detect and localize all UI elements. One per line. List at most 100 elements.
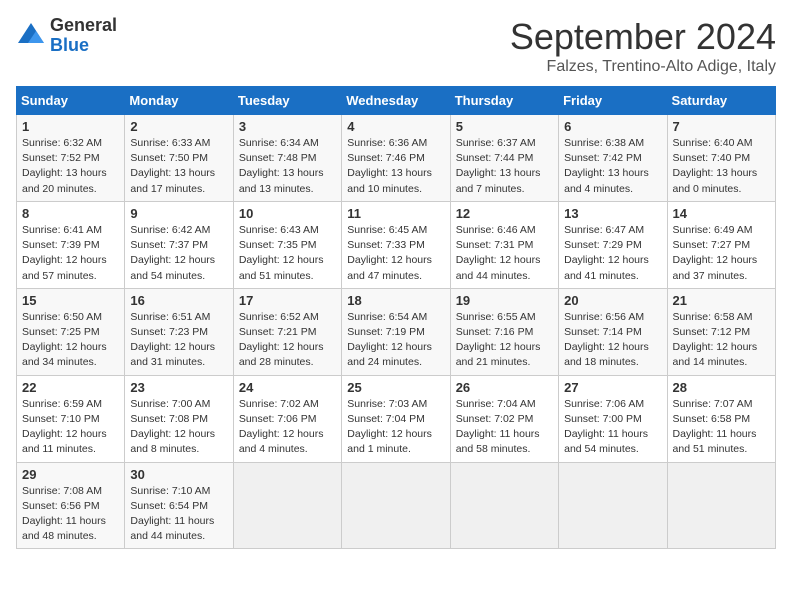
calendar-cell: 16 Sunrise: 6:51 AM Sunset: 7:23 PM Dayl… [125,288,233,375]
day-info: Sunrise: 6:54 AM Sunset: 7:19 PM Dayligh… [347,310,444,371]
day-info: Sunrise: 7:07 AM Sunset: 6:58 PM Dayligh… [673,397,770,458]
calendar-cell: 25 Sunrise: 7:03 AM Sunset: 7:04 PM Dayl… [342,375,450,462]
day-info: Sunrise: 6:55 AM Sunset: 7:16 PM Dayligh… [456,310,553,371]
day-info: Sunrise: 6:38 AM Sunset: 7:42 PM Dayligh… [564,136,661,197]
day-number: 11 [347,206,444,221]
day-number: 15 [22,293,119,308]
col-tuesday: Tuesday [233,87,341,115]
col-saturday: Saturday [667,87,775,115]
day-number: 12 [456,206,553,221]
header-row: Sunday Monday Tuesday Wednesday Thursday… [17,87,776,115]
day-number: 2 [130,119,227,134]
calendar-cell: 8 Sunrise: 6:41 AM Sunset: 7:39 PM Dayli… [17,201,125,288]
logo: General Blue [16,16,117,56]
logo-icon [16,21,46,51]
day-number: 23 [130,380,227,395]
calendar-cell: 29 Sunrise: 7:08 AM Sunset: 6:56 PM Dayl… [17,462,125,549]
day-info: Sunrise: 7:04 AM Sunset: 7:02 PM Dayligh… [456,397,553,458]
day-info: Sunrise: 7:06 AM Sunset: 7:00 PM Dayligh… [564,397,661,458]
col-friday: Friday [559,87,667,115]
day-info: Sunrise: 6:46 AM Sunset: 7:31 PM Dayligh… [456,223,553,284]
day-number: 24 [239,380,336,395]
calendar-cell [667,462,775,549]
calendar-cell: 30 Sunrise: 7:10 AM Sunset: 6:54 PM Dayl… [125,462,233,549]
month-title: September 2024 [510,16,776,58]
day-info: Sunrise: 6:47 AM Sunset: 7:29 PM Dayligh… [564,223,661,284]
title-block: September 2024 Falzes, Trentino-Alto Adi… [510,16,776,76]
calendar-cell: 23 Sunrise: 7:00 AM Sunset: 7:08 PM Dayl… [125,375,233,462]
day-info: Sunrise: 6:59 AM Sunset: 7:10 PM Dayligh… [22,397,119,458]
day-number: 1 [22,119,119,134]
col-sunday: Sunday [17,87,125,115]
day-number: 28 [673,380,770,395]
calendar-cell: 10 Sunrise: 6:43 AM Sunset: 7:35 PM Dayl… [233,201,341,288]
day-info: Sunrise: 6:56 AM Sunset: 7:14 PM Dayligh… [564,310,661,371]
day-info: Sunrise: 6:51 AM Sunset: 7:23 PM Dayligh… [130,310,227,371]
day-number: 22 [22,380,119,395]
day-number: 14 [673,206,770,221]
calendar-cell: 13 Sunrise: 6:47 AM Sunset: 7:29 PM Dayl… [559,201,667,288]
calendar-cell: 26 Sunrise: 7:04 AM Sunset: 7:02 PM Dayl… [450,375,558,462]
calendar-cell [450,462,558,549]
col-wednesday: Wednesday [342,87,450,115]
calendar-cell: 3 Sunrise: 6:34 AM Sunset: 7:48 PM Dayli… [233,115,341,202]
day-info: Sunrise: 6:58 AM Sunset: 7:12 PM Dayligh… [673,310,770,371]
day-number: 5 [456,119,553,134]
week-row-5: 29 Sunrise: 7:08 AM Sunset: 6:56 PM Dayl… [17,462,776,549]
day-info: Sunrise: 6:45 AM Sunset: 7:33 PM Dayligh… [347,223,444,284]
week-row-3: 15 Sunrise: 6:50 AM Sunset: 7:25 PM Dayl… [17,288,776,375]
day-number: 17 [239,293,336,308]
calendar-cell: 20 Sunrise: 6:56 AM Sunset: 7:14 PM Dayl… [559,288,667,375]
day-info: Sunrise: 7:10 AM Sunset: 6:54 PM Dayligh… [130,484,227,545]
day-number: 21 [673,293,770,308]
day-info: Sunrise: 6:42 AM Sunset: 7:37 PM Dayligh… [130,223,227,284]
day-info: Sunrise: 7:02 AM Sunset: 7:06 PM Dayligh… [239,397,336,458]
day-info: Sunrise: 6:49 AM Sunset: 7:27 PM Dayligh… [673,223,770,284]
calendar-cell: 15 Sunrise: 6:50 AM Sunset: 7:25 PM Dayl… [17,288,125,375]
day-info: Sunrise: 7:03 AM Sunset: 7:04 PM Dayligh… [347,397,444,458]
col-thursday: Thursday [450,87,558,115]
day-number: 4 [347,119,444,134]
day-number: 13 [564,206,661,221]
day-number: 7 [673,119,770,134]
day-info: Sunrise: 6:41 AM Sunset: 7:39 PM Dayligh… [22,223,119,284]
day-number: 29 [22,467,119,482]
calendar-cell: 12 Sunrise: 6:46 AM Sunset: 7:31 PM Dayl… [450,201,558,288]
calendar-cell: 19 Sunrise: 6:55 AM Sunset: 7:16 PM Dayl… [450,288,558,375]
calendar-cell: 7 Sunrise: 6:40 AM Sunset: 7:40 PM Dayli… [667,115,775,202]
calendar-cell: 11 Sunrise: 6:45 AM Sunset: 7:33 PM Dayl… [342,201,450,288]
location-subtitle: Falzes, Trentino-Alto Adige, Italy [510,58,776,76]
day-number: 20 [564,293,661,308]
day-info: Sunrise: 6:34 AM Sunset: 7:48 PM Dayligh… [239,136,336,197]
calendar-cell: 2 Sunrise: 6:33 AM Sunset: 7:50 PM Dayli… [125,115,233,202]
calendar-table: Sunday Monday Tuesday Wednesday Thursday… [16,86,776,549]
day-number: 30 [130,467,227,482]
day-info: Sunrise: 6:43 AM Sunset: 7:35 PM Dayligh… [239,223,336,284]
day-info: Sunrise: 6:40 AM Sunset: 7:40 PM Dayligh… [673,136,770,197]
day-number: 9 [130,206,227,221]
calendar-cell [233,462,341,549]
calendar-cell: 14 Sunrise: 6:49 AM Sunset: 7:27 PM Dayl… [667,201,775,288]
calendar-cell [559,462,667,549]
week-row-1: 1 Sunrise: 6:32 AM Sunset: 7:52 PM Dayli… [17,115,776,202]
day-info: Sunrise: 6:50 AM Sunset: 7:25 PM Dayligh… [22,310,119,371]
week-row-2: 8 Sunrise: 6:41 AM Sunset: 7:39 PM Dayli… [17,201,776,288]
calendar-cell [342,462,450,549]
day-info: Sunrise: 6:37 AM Sunset: 7:44 PM Dayligh… [456,136,553,197]
day-info: Sunrise: 6:52 AM Sunset: 7:21 PM Dayligh… [239,310,336,371]
calendar-cell: 4 Sunrise: 6:36 AM Sunset: 7:46 PM Dayli… [342,115,450,202]
calendar-cell: 22 Sunrise: 6:59 AM Sunset: 7:10 PM Dayl… [17,375,125,462]
logo-blue: Blue [50,36,117,56]
day-info: Sunrise: 6:33 AM Sunset: 7:50 PM Dayligh… [130,136,227,197]
calendar-cell: 24 Sunrise: 7:02 AM Sunset: 7:06 PM Dayl… [233,375,341,462]
logo-text: General Blue [50,16,117,56]
day-info: Sunrise: 6:32 AM Sunset: 7:52 PM Dayligh… [22,136,119,197]
day-number: 10 [239,206,336,221]
week-row-4: 22 Sunrise: 6:59 AM Sunset: 7:10 PM Dayl… [17,375,776,462]
day-info: Sunrise: 6:36 AM Sunset: 7:46 PM Dayligh… [347,136,444,197]
day-info: Sunrise: 7:08 AM Sunset: 6:56 PM Dayligh… [22,484,119,545]
day-number: 25 [347,380,444,395]
day-number: 19 [456,293,553,308]
day-number: 18 [347,293,444,308]
day-number: 6 [564,119,661,134]
